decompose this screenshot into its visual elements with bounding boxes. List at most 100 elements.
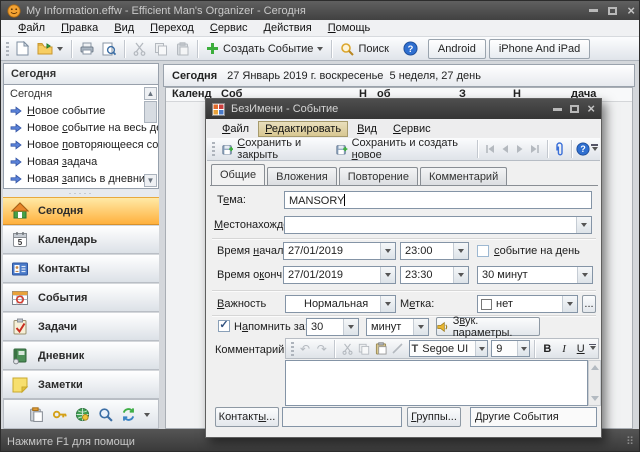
- save-new-button[interactable]: Сохранить и создать новое: [332, 135, 473, 163]
- font-size-dropdown[interactable]: [517, 341, 529, 356]
- menu-file[interactable]: Файл: [11, 21, 52, 35]
- format-painter-button[interactable]: [389, 340, 406, 358]
- dialog-menu-file[interactable]: Файл: [215, 122, 256, 136]
- comment-textarea[interactable]: [285, 360, 588, 406]
- print-button[interactable]: [76, 40, 98, 57]
- first-record-button[interactable]: [482, 140, 497, 158]
- menu-tools[interactable]: Сервис: [203, 21, 255, 35]
- password-key-icon[interactable]: [52, 407, 67, 422]
- nav-diary[interactable]: Дневник: [3, 342, 159, 370]
- underline-button[interactable]: U: [572, 340, 589, 358]
- groups-button[interactable]: Группы...: [407, 407, 461, 427]
- start-time-picker[interactable]: 23:00: [400, 242, 469, 260]
- nav-contacts[interactable]: Контакты: [3, 255, 159, 283]
- italic-button[interactable]: I: [556, 340, 573, 358]
- globe-icon[interactable]: [75, 407, 90, 422]
- menu-edit[interactable]: Правка: [54, 21, 105, 35]
- end-time-dropdown[interactable]: [453, 267, 468, 283]
- nav-today[interactable]: Сегодня: [3, 197, 159, 225]
- cut-button[interactable]: [129, 40, 150, 58]
- reminder-unit-combobox[interactable]: минут: [366, 318, 429, 336]
- reminder-value-dropdown[interactable]: [343, 319, 358, 335]
- end-date-dropdown[interactable]: [380, 267, 395, 283]
- sync-icon[interactable]: [121, 407, 136, 422]
- menu-view[interactable]: Вид: [107, 21, 141, 35]
- tag-more-button[interactable]: ...: [582, 295, 596, 313]
- importance-dropdown[interactable]: [380, 296, 395, 312]
- comment-toolbar-overflow[interactable]: [589, 344, 596, 354]
- tab-attachments[interactable]: Вложения: [267, 167, 337, 185]
- end-time-picker[interactable]: 23:30: [400, 266, 469, 284]
- dialog-help-button[interactable]: ?: [576, 140, 591, 158]
- other-events-field[interactable]: Другие События: [470, 407, 597, 427]
- copy-button[interactable]: [150, 40, 172, 58]
- nav-events[interactable]: События: [3, 284, 159, 312]
- nav-calendar[interactable]: 5 Календарь: [3, 226, 159, 254]
- print-preview-button[interactable]: [98, 40, 120, 58]
- start-time-dropdown[interactable]: [453, 243, 468, 259]
- comment-scroll-up[interactable]: [591, 361, 599, 370]
- tab-recurrence[interactable]: Повторение: [339, 167, 418, 185]
- font-name-combobox[interactable]: T Segoe UI: [409, 340, 489, 357]
- dialog-minimize-button[interactable]: [553, 108, 562, 111]
- contacts-button[interactable]: Контакты...: [215, 407, 279, 427]
- clipboard-icon[interactable]: [29, 407, 44, 422]
- resize-grip[interactable]: ⠿: [626, 435, 635, 448]
- menu-help[interactable]: Помощь: [321, 21, 378, 35]
- end-date-picker[interactable]: 27/01/2019: [283, 266, 396, 284]
- location-combobox[interactable]: [284, 216, 592, 234]
- tab-general[interactable]: Общие: [211, 164, 265, 185]
- toolbar-overflow-button[interactable]: [591, 144, 598, 154]
- list-item[interactable]: Новая задача: [10, 156, 97, 168]
- dialog-menu-view[interactable]: Вид: [350, 122, 384, 136]
- font-name-dropdown[interactable]: [475, 341, 487, 356]
- tag-dropdown[interactable]: [562, 296, 577, 312]
- start-date-picker[interactable]: 27/01/2019: [283, 242, 396, 260]
- icon-strip-caret[interactable]: [144, 413, 150, 420]
- close-button[interactable]: ×: [627, 6, 635, 16]
- sound-options-button[interactable]: Звук. параметры.: [436, 317, 540, 336]
- reminder-value-combobox[interactable]: 30: [306, 318, 359, 336]
- tab-comment[interactable]: Комментарий: [420, 167, 507, 185]
- duration-combobox[interactable]: 30 минут: [477, 266, 593, 284]
- font-size-combobox[interactable]: 9: [491, 340, 530, 357]
- sidebar-splitter[interactable]: ·····: [3, 189, 159, 197]
- list-item[interactable]: Новое событие на весь де: [10, 122, 159, 134]
- list-item[interactable]: Новая запись в дневнике: [10, 173, 156, 185]
- previous-record-button[interactable]: [497, 140, 512, 158]
- android-button[interactable]: Android: [428, 39, 486, 59]
- help-button[interactable]: ?: [399, 39, 422, 58]
- list-item[interactable]: Новое событие: [10, 105, 105, 117]
- save-close-button[interactable]: Сохранить и закрыть: [218, 135, 332, 163]
- redo-button[interactable]: ↷: [313, 340, 330, 358]
- attach-file-button[interactable]: [552, 140, 567, 158]
- maximize-button[interactable]: [608, 7, 617, 15]
- all-day-checkbox[interactable]: [477, 245, 489, 257]
- start-date-dropdown[interactable]: [380, 243, 395, 259]
- menu-go[interactable]: Переход: [143, 21, 201, 35]
- search-button[interactable]: Поиск: [336, 40, 392, 58]
- menu-actions[interactable]: Действия: [257, 21, 319, 35]
- nav-tasks[interactable]: Задачи: [3, 313, 159, 341]
- scrollbar-thumb[interactable]: [144, 101, 157, 123]
- create-event-button[interactable]: Создать Событие: [202, 40, 327, 57]
- reminder-unit-dropdown[interactable]: [413, 319, 428, 335]
- subject-input[interactable]: MANSORY: [284, 191, 592, 209]
- search-small-icon[interactable]: [98, 407, 113, 422]
- dialog-menu-tools[interactable]: Сервис: [386, 122, 438, 136]
- last-record-button[interactable]: [528, 140, 543, 158]
- list-item[interactable]: Новое повторяющееся со: [10, 139, 158, 151]
- reminder-checkbox[interactable]: ✓: [218, 320, 230, 332]
- scrollbar-down-button[interactable]: ▼: [144, 174, 157, 187]
- open-button[interactable]: [33, 40, 67, 57]
- importance-combobox[interactable]: Нормальная: [285, 295, 396, 313]
- comment-paste-button[interactable]: [372, 340, 389, 358]
- scrollbar-up-button[interactable]: ▲: [144, 87, 157, 100]
- iphone-ipad-button[interactable]: iPhone And iPad: [489, 39, 590, 59]
- comment-copy-button[interactable]: [356, 340, 373, 358]
- undo-button[interactable]: ↶: [297, 340, 314, 358]
- duration-dropdown[interactable]: [577, 267, 592, 283]
- comment-scroll-down[interactable]: [591, 396, 599, 405]
- next-record-button[interactable]: [512, 140, 527, 158]
- dialog-maximize-button[interactable]: [570, 105, 579, 113]
